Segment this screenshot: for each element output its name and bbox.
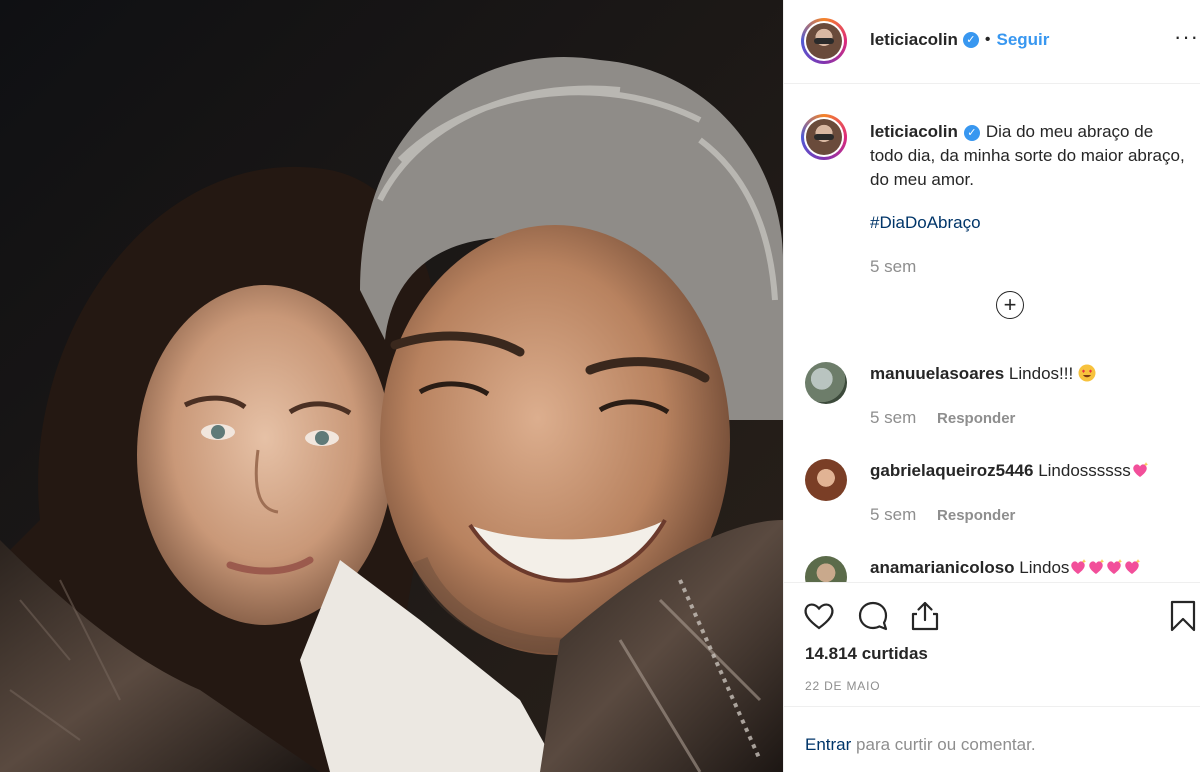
header-username[interactable]: leticiacolin: [870, 30, 958, 50]
comment-item: manuuelasoares Lindos!!! 5 sem Responder: [784, 352, 1200, 442]
comment-text: Lindossssss: [1038, 461, 1131, 480]
comment-line: gabrielaqueiroz5446 Lindossssss: [870, 461, 1149, 481]
comment-icon[interactable]: [856, 599, 890, 633]
load-more-comments-button[interactable]: +: [996, 291, 1024, 319]
more-options-icon[interactable]: ···: [1174, 24, 1199, 50]
likes-count[interactable]: 14.814 curtidas: [805, 644, 928, 664]
caption-time[interactable]: 5 sem: [870, 257, 916, 277]
comment-text: Lindos: [1019, 558, 1070, 577]
bookmark-icon[interactable]: [1166, 599, 1200, 633]
share-icon[interactable]: [908, 599, 942, 633]
commenter-avatar[interactable]: [805, 362, 847, 404]
commenter-avatar[interactable]: [805, 459, 847, 501]
comments-list[interactable]: leticiacolin ✓ Dia do meu abraço de todo d…: [784, 84, 1200, 582]
login-line: Entrar para curtir ou comentar.: [805, 735, 1036, 755]
sparkling-heart-emoji-icon: [1125, 559, 1141, 574]
sparkling-heart-emoji-icon: [1107, 559, 1123, 574]
caption-username[interactable]: leticiacolin: [870, 122, 958, 141]
sparkling-heart-emoji-icon: [1089, 559, 1105, 574]
post-photo[interactable]: [0, 0, 783, 772]
caption: leticiacolin ✓ Dia do meu abraço de todo d…: [870, 120, 1190, 192]
follow-button[interactable]: Seguir: [996, 30, 1049, 50]
commenter-avatar[interactable]: [805, 556, 847, 582]
comment-line: manuuelasoares Lindos!!!: [870, 364, 1096, 384]
action-bar: 14.814 curtidas 22 DE MAIO: [784, 582, 1200, 706]
avatar[interactable]: [801, 18, 847, 64]
instagram-post: leticiacolin ✓ • Seguir ··· leticiacolin…: [0, 0, 1200, 772]
selfie-image: [0, 0, 783, 772]
comment-item: gabrielaqueiroz5446 Lindossssss 5 sem Re…: [784, 449, 1200, 539]
comment-line: anamarianicoloso Lindos: [870, 558, 1141, 578]
sparkling-heart-emoji-icon: [1071, 559, 1087, 574]
side-panel: leticiacolin ✓ • Seguir ··· leticiacolin…: [783, 0, 1200, 772]
header-user-line: leticiacolin ✓ • Seguir: [870, 30, 1049, 50]
sparkling-heart-emoji-icon: [1133, 462, 1149, 477]
heart-icon[interactable]: [802, 599, 836, 633]
comment-text: Lindos!!!: [1008, 364, 1074, 383]
login-prompt: Entrar para curtir ou comentar.: [784, 706, 1200, 772]
comment-username[interactable]: anamarianicoloso: [870, 558, 1015, 577]
comment-time[interactable]: 5 sem: [870, 505, 916, 524]
post-date[interactable]: 22 DE MAIO: [805, 679, 880, 693]
login-rest-text: para curtir ou comentar.: [856, 735, 1036, 754]
verified-badge-icon: ✓: [962, 32, 979, 48]
comment-meta: 5 sem Responder: [870, 408, 1015, 428]
comment-meta: 5 sem Responder: [870, 505, 1015, 525]
header-separator: •: [984, 31, 991, 48]
hashtag-link[interactable]: #DiaDoAbraço: [870, 213, 981, 233]
comment-username[interactable]: manuuelasoares: [870, 364, 1004, 383]
login-link[interactable]: Entrar: [805, 735, 851, 754]
reply-button[interactable]: Responder: [937, 410, 1015, 427]
comment-item: anamarianicoloso Lindos: [784, 546, 1200, 582]
caption-avatar[interactable]: [801, 114, 847, 160]
comment-username[interactable]: gabrielaqueiroz5446: [870, 461, 1033, 480]
reply-button[interactable]: Responder: [937, 507, 1015, 524]
post-header: leticiacolin ✓ • Seguir ···: [784, 0, 1200, 84]
comment-time[interactable]: 5 sem: [870, 408, 916, 427]
heart-eyes-emoji-icon: [1078, 364, 1096, 382]
verified-badge-icon: ✓: [963, 124, 980, 141]
